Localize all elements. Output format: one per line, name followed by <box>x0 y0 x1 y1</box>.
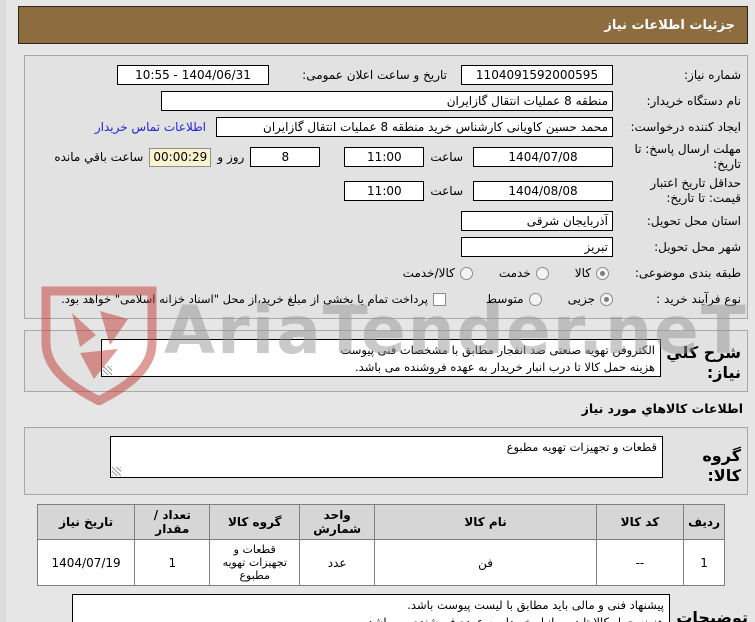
radio-goods-label: کالا <box>574 266 591 280</box>
buyer-org-label: نام دستگاه خریدار: <box>646 93 742 108</box>
price-validity-time-field[interactable]: 11:00 <box>344 181 425 201</box>
goods-table: ردیف کد کالا نام کالا واحد شمارش گروه کا… <box>36 504 725 586</box>
row-province: استان محل تحویل: آذربایجان شرقی <box>29 208 741 234</box>
col-goods-code: کد کالا <box>595 504 685 540</box>
radio-goods-service[interactable] <box>459 266 473 280</box>
province-label: استان محل تحویل: <box>646 213 741 228</box>
row-process-type: نوع فرآیند خرید : جزیی متوسط پرداخت تمام… <box>29 286 741 312</box>
province-field[interactable]: آذربایجان شرقی <box>461 211 613 231</box>
treasury-checkbox[interactable] <box>432 292 446 306</box>
cell-quantity: 1 <box>134 539 211 586</box>
hours-remaining-label: ساعت باقي مانده <box>54 149 144 164</box>
price-validity-hour-label: ساعت <box>430 183 463 198</box>
announce-datetime-field[interactable]: 1404/06/31 - 10:55 <box>117 65 269 85</box>
goods-table-header-row: ردیف کد کالا نام کالا واحد شمارش گروه کا… <box>36 504 725 540</box>
cell-row: 1 <box>683 539 725 586</box>
cell-unit: عدد <box>299 539 376 586</box>
row-city: شهر محل تحویل: تبریز <box>29 234 741 260</box>
description-textarea[interactable]: الکتروفن تهویه صنعتی ضد انفجار مطابق با … <box>101 339 661 377</box>
buyer-org-field[interactable]: منطقه 8 عملیات انتقال گازایران <box>161 91 613 111</box>
request-creator-label: ایجاد کننده درخواست: <box>630 119 741 134</box>
page-title: جزئیات اطلاعات نیاز <box>18 6 748 44</box>
city-label: شهر محل تحویل: <box>654 239 741 254</box>
col-goods-name: نام کالا <box>374 504 597 540</box>
price-validity-date-field[interactable]: 1404/08/08 <box>473 181 613 201</box>
buyer-notes-label: توضیحات خریدار: <box>676 608 748 622</box>
reply-deadline-time-field[interactable]: 11:00 <box>344 147 425 167</box>
days-and-label: روز و <box>217 149 245 164</box>
cell-goods-group: قطعات و تجهیزات تهویه مطبوع <box>209 539 301 586</box>
page-title-text: جزئیات اطلاعات نیاز <box>604 17 735 33</box>
col-row: ردیف <box>683 504 725 540</box>
row-price-validity: حداقل تاریخ اعتبار قیمت: تا تاریخ: 1404/… <box>29 174 741 208</box>
countdown-timer: 00:00:29 <box>149 147 212 167</box>
city-field[interactable]: تبریز <box>461 237 613 257</box>
cell-goods-code: -- <box>595 539 685 586</box>
description-label: شرح کلي نیاز: <box>666 343 741 382</box>
process-type-label: نوع فرآیند خرید : <box>656 291 741 306</box>
row-buyer-org: نام دستگاه خریدار: منطقه 8 عملیات انتقال… <box>29 88 741 114</box>
radio-medium[interactable] <box>528 292 542 306</box>
goods-group-textarea[interactable]: قطعات و تجهیزات تهویه مطبوع <box>110 436 663 478</box>
remaining-days-field[interactable]: 8 <box>250 147 321 167</box>
row-request-creator: ایجاد کننده درخواست: محمد حسین کاویانی ک… <box>29 114 741 140</box>
need-details-page: جزئیات اطلاعات نیاز شماره نیاز: 11040915… <box>0 0 755 622</box>
buyer-contact-link[interactable]: اطلاعات تماس خریدار <box>95 120 206 134</box>
reply-deadline-date-field[interactable]: 1404/07/08 <box>473 147 613 167</box>
radio-minor[interactable] <box>600 292 613 306</box>
reply-deadline-hour-label: ساعت <box>430 149 463 164</box>
need-number-field[interactable]: 1104091592000595 <box>461 65 613 85</box>
row-reply-deadline: مهلت ارسال پاسخ: تا تاریخ: 1404/07/08 سا… <box>29 140 741 174</box>
radio-goods-service-label: کالا/خدمت <box>402 266 455 280</box>
row-subject-class: طبقه بندی موضوعی: کالا خدمت کالا/خدمت <box>29 260 741 286</box>
radio-medium-label: متوسط <box>485 292 524 306</box>
description-panel: شرح کلي نیاز: الکتروفن تهویه صنعتی ضد ان… <box>24 330 748 392</box>
radio-service-label: خدمت <box>498 266 531 280</box>
radio-service[interactable] <box>535 266 549 280</box>
need-info-panel: شماره نیاز: 1104091592000595 تاریخ و ساع… <box>24 55 748 319</box>
announce-datetime-label: تاریخ و ساعت اعلان عمومی: <box>302 67 447 82</box>
col-goods-group: گروه کالا <box>209 504 301 540</box>
reply-deadline-label: مهلت ارسال پاسخ: تا تاریخ: <box>634 142 741 171</box>
cell-goods-name: فن <box>374 539 597 586</box>
goods-section-title: اطلاعات کالاهاي مورد نیاز <box>581 401 743 416</box>
row-need-number: شماره نیاز: 1104091592000595 تاریخ و ساع… <box>29 62 741 88</box>
col-need-date: تاریخ نیاز <box>36 504 136 540</box>
radio-goods[interactable] <box>596 266 609 280</box>
price-validity-label: حداقل تاریخ اعتبار قیمت: تا تاریخ: <box>650 176 741 205</box>
table-row: 1 -- فن عدد قطعات و تجهیزات تهویه مطبوع … <box>36 539 725 586</box>
goods-group-label: گروه کالا: <box>702 446 741 485</box>
buyer-notes-textarea[interactable]: پیشنهاد فنی و مالی باید مطابق با لیست پی… <box>72 594 670 622</box>
buyer-notes-section: توضیحات خریدار: پیشنهاد فنی و مالی باید … <box>24 594 748 622</box>
cell-need-date: 1404/07/19 <box>36 539 136 586</box>
goods-group-panel: گروه کالا: قطعات و تجهیزات تهویه مطبوع <box>24 427 748 495</box>
col-unit: واحد شمارش <box>299 504 376 540</box>
request-creator-field[interactable]: محمد حسین کاویانی کارشناس خرید منطقه 8 ع… <box>216 117 613 137</box>
col-quantity: تعداد / مقدار <box>134 504 211 540</box>
need-number-label: شماره نیاز: <box>684 67 741 82</box>
treasury-checkbox-label: پرداخت تمام یا بخشی از مبلغ خرید،از محل … <box>61 292 428 306</box>
radio-minor-label: جزیی <box>567 292 595 306</box>
subject-class-label: طبقه بندی موضوعی: <box>634 265 741 280</box>
